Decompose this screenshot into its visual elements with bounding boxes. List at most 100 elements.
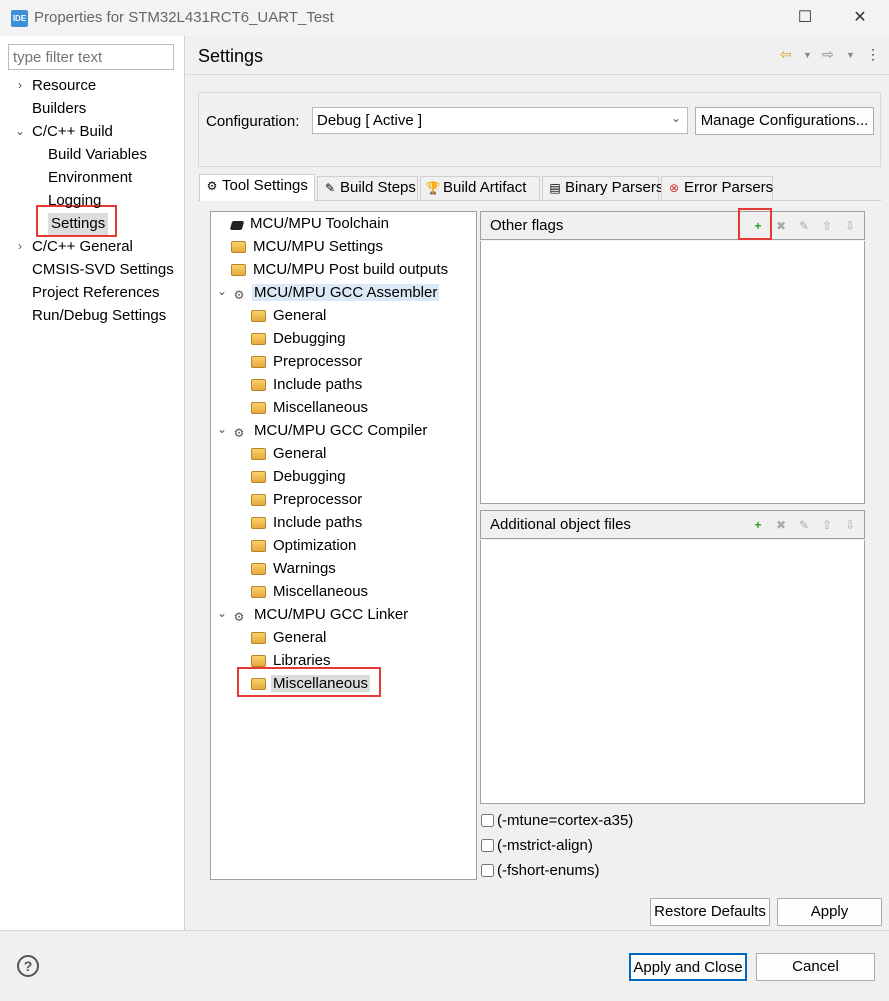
folder-icon xyxy=(251,402,266,414)
tree-item[interactable]: Include paths xyxy=(251,374,364,396)
move-down-icon[interactable]: ⇩ xyxy=(841,516,859,534)
folder-icon xyxy=(251,379,266,391)
tree-item[interactable]: General xyxy=(251,627,328,649)
tree-item-label: General xyxy=(273,629,327,646)
tree-item[interactable]: ⚙ MCU/MPU GCC Compiler xyxy=(231,420,429,442)
nav-item[interactable]: Resource xyxy=(32,75,96,97)
option-label: (-mstrict-align) xyxy=(497,837,593,854)
manage-configurations-button[interactable]: Manage Configurations... xyxy=(695,107,874,135)
nav-item[interactable]: Run/Debug Settings xyxy=(32,305,166,327)
tab-icon: 🏆 xyxy=(425,181,441,195)
nav-item[interactable]: C/C++ General xyxy=(32,236,133,258)
tab-error-parsers[interactable]: ⊗ Error Parsers xyxy=(661,176,773,200)
back-icon[interactable]: ⇦ xyxy=(780,46,792,63)
tab-build-artifact[interactable]: 🏆 Build Artifact xyxy=(420,176,540,200)
tree-item[interactable]: Warnings xyxy=(251,558,338,580)
nav-item[interactable]: Project References xyxy=(32,282,160,304)
menu-icon[interactable]: ⋮ xyxy=(866,46,880,63)
tree-item-label: Preprocessor xyxy=(273,491,363,508)
tree-item[interactable]: Debugging xyxy=(251,466,348,488)
tree-item[interactable]: MCU/MPU Toolchain xyxy=(229,213,391,235)
tree-item[interactable]: ⚙ MCU/MPU GCC Linker xyxy=(231,604,410,626)
tree-item[interactable]: MCU/MPU Settings xyxy=(231,236,385,258)
tree-item[interactable]: General xyxy=(251,305,328,327)
chevron-icon[interactable]: ⌄ xyxy=(14,124,26,138)
option-checkbox[interactable]: (-mtune=cortex-a35) xyxy=(481,811,633,831)
tree-item[interactable]: Debugging xyxy=(251,328,348,350)
configuration-select[interactable]: Debug [ Active ] ⌄ xyxy=(312,107,688,134)
apply-and-close-button[interactable]: Apply and Close xyxy=(629,953,747,981)
tree-item[interactable]: Optimization xyxy=(251,535,358,557)
restore-defaults-button[interactable]: Restore Defaults xyxy=(650,898,770,926)
maximize-button[interactable]: ☐ xyxy=(790,6,820,30)
edit-icon[interactable]: ✎ xyxy=(795,217,813,235)
tab-binary-parsers[interactable]: ▤ Binary Parsers xyxy=(542,176,663,200)
forward-icon[interactable]: ⇨ xyxy=(822,46,834,63)
chevron-icon[interactable]: › xyxy=(14,239,26,253)
option-checkbox[interactable]: (-mstrict-align) xyxy=(481,836,593,856)
highlight-box xyxy=(237,667,381,697)
chevron-down-icon[interactable]: ⌄ xyxy=(216,284,228,298)
checkbox[interactable] xyxy=(481,864,494,877)
tree-item[interactable]: Miscellaneous xyxy=(251,397,370,419)
move-up-icon[interactable]: ⇧ xyxy=(818,516,836,534)
back-dropdown-icon[interactable]: ▼ xyxy=(803,50,812,60)
option-label: (-mtune=cortex-a35) xyxy=(497,812,634,829)
nav-item[interactable]: Environment xyxy=(48,167,132,189)
tree-item[interactable]: Preprocessor xyxy=(251,489,364,511)
folder-icon xyxy=(251,632,266,644)
tree-item[interactable]: General xyxy=(251,443,328,465)
tab-build-steps[interactable]: ✎ Build Steps xyxy=(317,176,418,200)
chevron-down-icon[interactable]: ⌄ xyxy=(216,606,228,620)
tool-settings-tree[interactable]: MCU/MPU Toolchain MCU/MPU Settings MCU/MPU… xyxy=(210,211,477,880)
tab-label: Build Artifact xyxy=(443,179,527,196)
list-box[interactable] xyxy=(480,241,865,504)
list-box[interactable] xyxy=(480,540,865,804)
close-button[interactable]: ✕ xyxy=(845,6,875,30)
tab-icon: ⚙ xyxy=(206,179,218,193)
option-checkbox[interactable]: (-fshort-enums) xyxy=(481,861,600,881)
tree-item[interactable]: Preprocessor xyxy=(251,351,364,373)
folder-icon xyxy=(251,356,266,368)
tree-item[interactable]: ⚙ MCU/MPU GCC Assembler xyxy=(231,282,440,304)
checkbox[interactable] xyxy=(481,839,494,852)
page-title: Settings xyxy=(198,46,264,66)
folder-icon xyxy=(251,563,266,575)
folder-icon xyxy=(251,655,266,667)
nav-item[interactable]: Settings xyxy=(48,213,109,235)
apply-button[interactable]: Apply xyxy=(777,898,882,926)
nav-item[interactable]: Build Variables xyxy=(48,144,147,166)
chevron-down-icon: ⌄ xyxy=(670,111,681,125)
configuration-value: Debug [ Active ] xyxy=(317,112,423,129)
cancel-button[interactable]: Cancel xyxy=(756,953,875,981)
tree-item-label: Optimization xyxy=(273,537,357,554)
divider xyxy=(186,74,889,75)
tree-item[interactable]: Miscellaneous xyxy=(251,581,370,603)
nav-item[interactable]: Builders xyxy=(32,98,86,120)
delete-icon[interactable]: ✖ xyxy=(772,217,790,235)
nav-item[interactable]: Logging xyxy=(48,190,101,212)
list-header: Additional object files + ✖ ✎ ⇧ ⇩ xyxy=(480,510,865,539)
edit-icon[interactable]: ✎ xyxy=(795,516,813,534)
folder-icon xyxy=(251,310,266,322)
nav-item[interactable]: C/C++ Build xyxy=(32,121,113,143)
tab-tool-settings[interactable]: ⚙ Tool Settings xyxy=(199,174,315,201)
highlight-box xyxy=(738,208,772,240)
delete-icon[interactable]: ✖ xyxy=(772,516,790,534)
add-icon[interactable]: + xyxy=(749,516,767,534)
chip-icon xyxy=(229,221,245,230)
tree-item[interactable]: Include paths xyxy=(251,512,364,534)
chevron-down-icon[interactable]: ⌄ xyxy=(216,422,228,436)
tree-item[interactable]: MCU/MPU Post build outputs xyxy=(231,259,450,281)
checkbox[interactable] xyxy=(481,814,494,827)
forward-dropdown-icon[interactable]: ▼ xyxy=(846,50,855,60)
filter-input[interactable] xyxy=(8,44,174,70)
tab-label: Tool Settings xyxy=(222,177,308,194)
move-up-icon[interactable]: ⇧ xyxy=(818,217,836,235)
help-icon[interactable]: ? xyxy=(17,955,39,977)
nav-item[interactable]: CMSIS-SVD Settings xyxy=(32,259,174,281)
chevron-icon[interactable]: › xyxy=(14,78,26,92)
tab-label: Build Steps xyxy=(340,179,416,196)
move-down-icon[interactable]: ⇩ xyxy=(841,217,859,235)
list-title: Additional object files xyxy=(490,516,631,533)
